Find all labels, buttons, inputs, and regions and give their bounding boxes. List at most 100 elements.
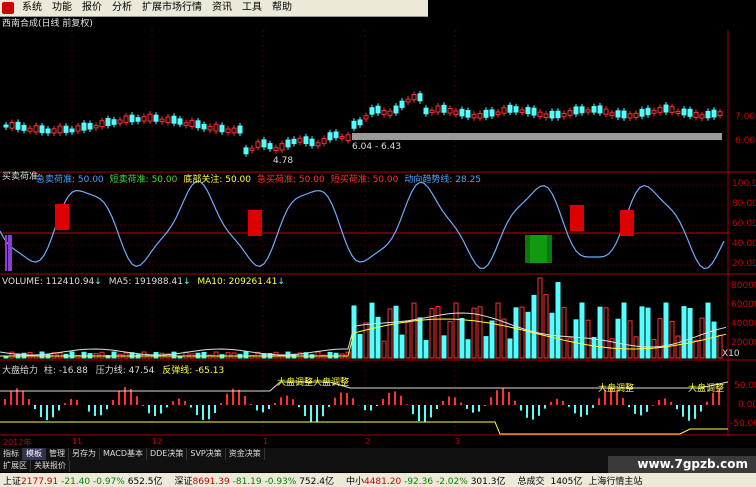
price-candle: [555, 110, 561, 119]
tab-template[interactable]: 模板: [23, 448, 46, 460]
price-candle: [501, 107, 507, 114]
ind1-axis-80: 80.00: [732, 199, 756, 209]
price-candle: [531, 107, 537, 116]
dapan-bar: [490, 397, 492, 405]
zhu-label: 柱:: [43, 366, 56, 376]
price-candle: [645, 107, 651, 116]
price-candle: [681, 108, 687, 116]
dapan-bar: [706, 401, 708, 405]
tab-svp[interactable]: SVP决策: [187, 448, 226, 460]
dapan-rebound-line: [0, 421, 728, 435]
tab-fund[interactable]: 资金决策: [226, 448, 265, 460]
price-candle: [669, 106, 675, 113]
dapan-bar: [646, 405, 648, 412]
status-zx[interactable]: 中小4481.20 -92.36 -2.02% 301.3亿: [343, 474, 508, 487]
status-server[interactable]: 上海行情主站: [585, 474, 645, 487]
volume-bar: [471, 307, 477, 359]
menu-system[interactable]: 系统: [17, 0, 47, 16]
menu-help[interactable]: 帮助: [267, 0, 297, 16]
dapan-bar: [40, 405, 42, 418]
price-candle: [33, 125, 39, 133]
vol-axis-60000: 60000: [731, 300, 756, 310]
price-candle: [87, 122, 93, 130]
dapan-bar: [436, 405, 438, 410]
price-candle: [495, 111, 501, 116]
price-candle: [201, 123, 207, 130]
price-candle: [453, 110, 459, 115]
volume-bar: [561, 306, 567, 359]
price-candle: [51, 128, 57, 134]
volume-bar: [81, 351, 87, 359]
menu-analysis[interactable]: 分析: [107, 0, 137, 16]
price-candle: [591, 106, 597, 113]
dapan-bar: [580, 405, 582, 417]
dapan-bar: [400, 395, 402, 405]
dapan-bar: [256, 405, 258, 411]
price-candle: [687, 108, 693, 117]
tab-dde[interactable]: DDE决策: [147, 448, 188, 460]
tab-manage[interactable]: 管理: [46, 448, 69, 460]
volume-bar: [57, 352, 63, 359]
tab-save-as[interactable]: 另存为: [69, 448, 100, 460]
price-candle: [417, 93, 423, 102]
chart-title-bar: 西南合成(日线 前复权): [0, 16, 756, 30]
dapan-bar: [304, 405, 306, 417]
dapan-bar: [532, 405, 534, 420]
tab-related-quote[interactable]: 关联报价: [31, 460, 70, 472]
dapan-bar: [208, 405, 210, 420]
tab-macd[interactable]: MACD基本: [100, 448, 147, 460]
dapan-bar: [166, 405, 168, 408]
dapan-bar: [658, 399, 660, 405]
volume-bar: [171, 351, 177, 359]
status-sh[interactable]: 上证2177.91 -21.40 -0.97% 652.5亿: [0, 474, 165, 487]
price-candle: [105, 118, 111, 126]
volume-bar: [501, 318, 507, 359]
volume-bar: [99, 351, 105, 359]
menu-news[interactable]: 资讯: [207, 0, 237, 16]
price-candle: [57, 125, 63, 134]
ind1-legend: 急卖荷准: 50.00 短卖荷准: 50.00 底部关注: 50.00 急买荷准: 5…: [36, 172, 481, 185]
dapan-bar: [454, 397, 456, 405]
dapan-tag-2: 大盘调整: [313, 378, 350, 388]
price-candle: [567, 110, 573, 116]
dapan-bar: [124, 387, 126, 405]
dapan-bar: [238, 389, 240, 405]
tab-ext-area[interactable]: 扩展区: [0, 460, 31, 472]
dapan-bar: [346, 393, 348, 405]
dapan-bar: [418, 405, 420, 422]
dapan-bar: [676, 405, 678, 410]
dapan-bar: [322, 405, 324, 417]
price-candle: [39, 125, 45, 134]
price-candle: [429, 109, 435, 114]
volume-bar: [603, 307, 609, 359]
price-candle: [627, 113, 633, 119]
dapan-bar: [412, 405, 414, 415]
price-candle: [99, 120, 105, 128]
status-sz[interactable]: 深证8691.39 -81.19 -0.93% 752.4亿: [171, 474, 336, 487]
ind1-red-signal: [55, 204, 69, 230]
xaxis-label-3: 3: [455, 437, 461, 446]
dapan-bar: [46, 405, 48, 421]
price-candle: [363, 115, 369, 120]
price-candle: [597, 105, 603, 114]
price-candle: [651, 109, 657, 114]
menu-ext-market[interactable]: 扩展市场行情: [137, 0, 207, 16]
price-candle: [279, 143, 285, 151]
dapan-bar: [154, 405, 156, 417]
menu-tools[interactable]: 工具: [237, 0, 267, 16]
menu-function[interactable]: 功能: [47, 0, 77, 16]
dapan-bar: [352, 398, 354, 405]
price-candle: [165, 116, 171, 123]
tab-indicator[interactable]: 指标: [0, 448, 23, 460]
price-candle: [471, 113, 477, 119]
vol-unit: X10: [722, 349, 740, 359]
xaxis-label-12: 12: [152, 437, 163, 446]
volume-bar: [525, 311, 531, 359]
price-candle: [63, 125, 69, 133]
menu-quote[interactable]: 报价: [77, 0, 107, 16]
ind1-legend-item: 动向趋势线: 28.25: [404, 175, 482, 185]
dapan-bar: [292, 399, 294, 405]
price-candle: [21, 124, 27, 131]
dapan-bar: [10, 391, 12, 405]
ind1-legend-item: 底部关注: 50.00: [183, 175, 252, 185]
